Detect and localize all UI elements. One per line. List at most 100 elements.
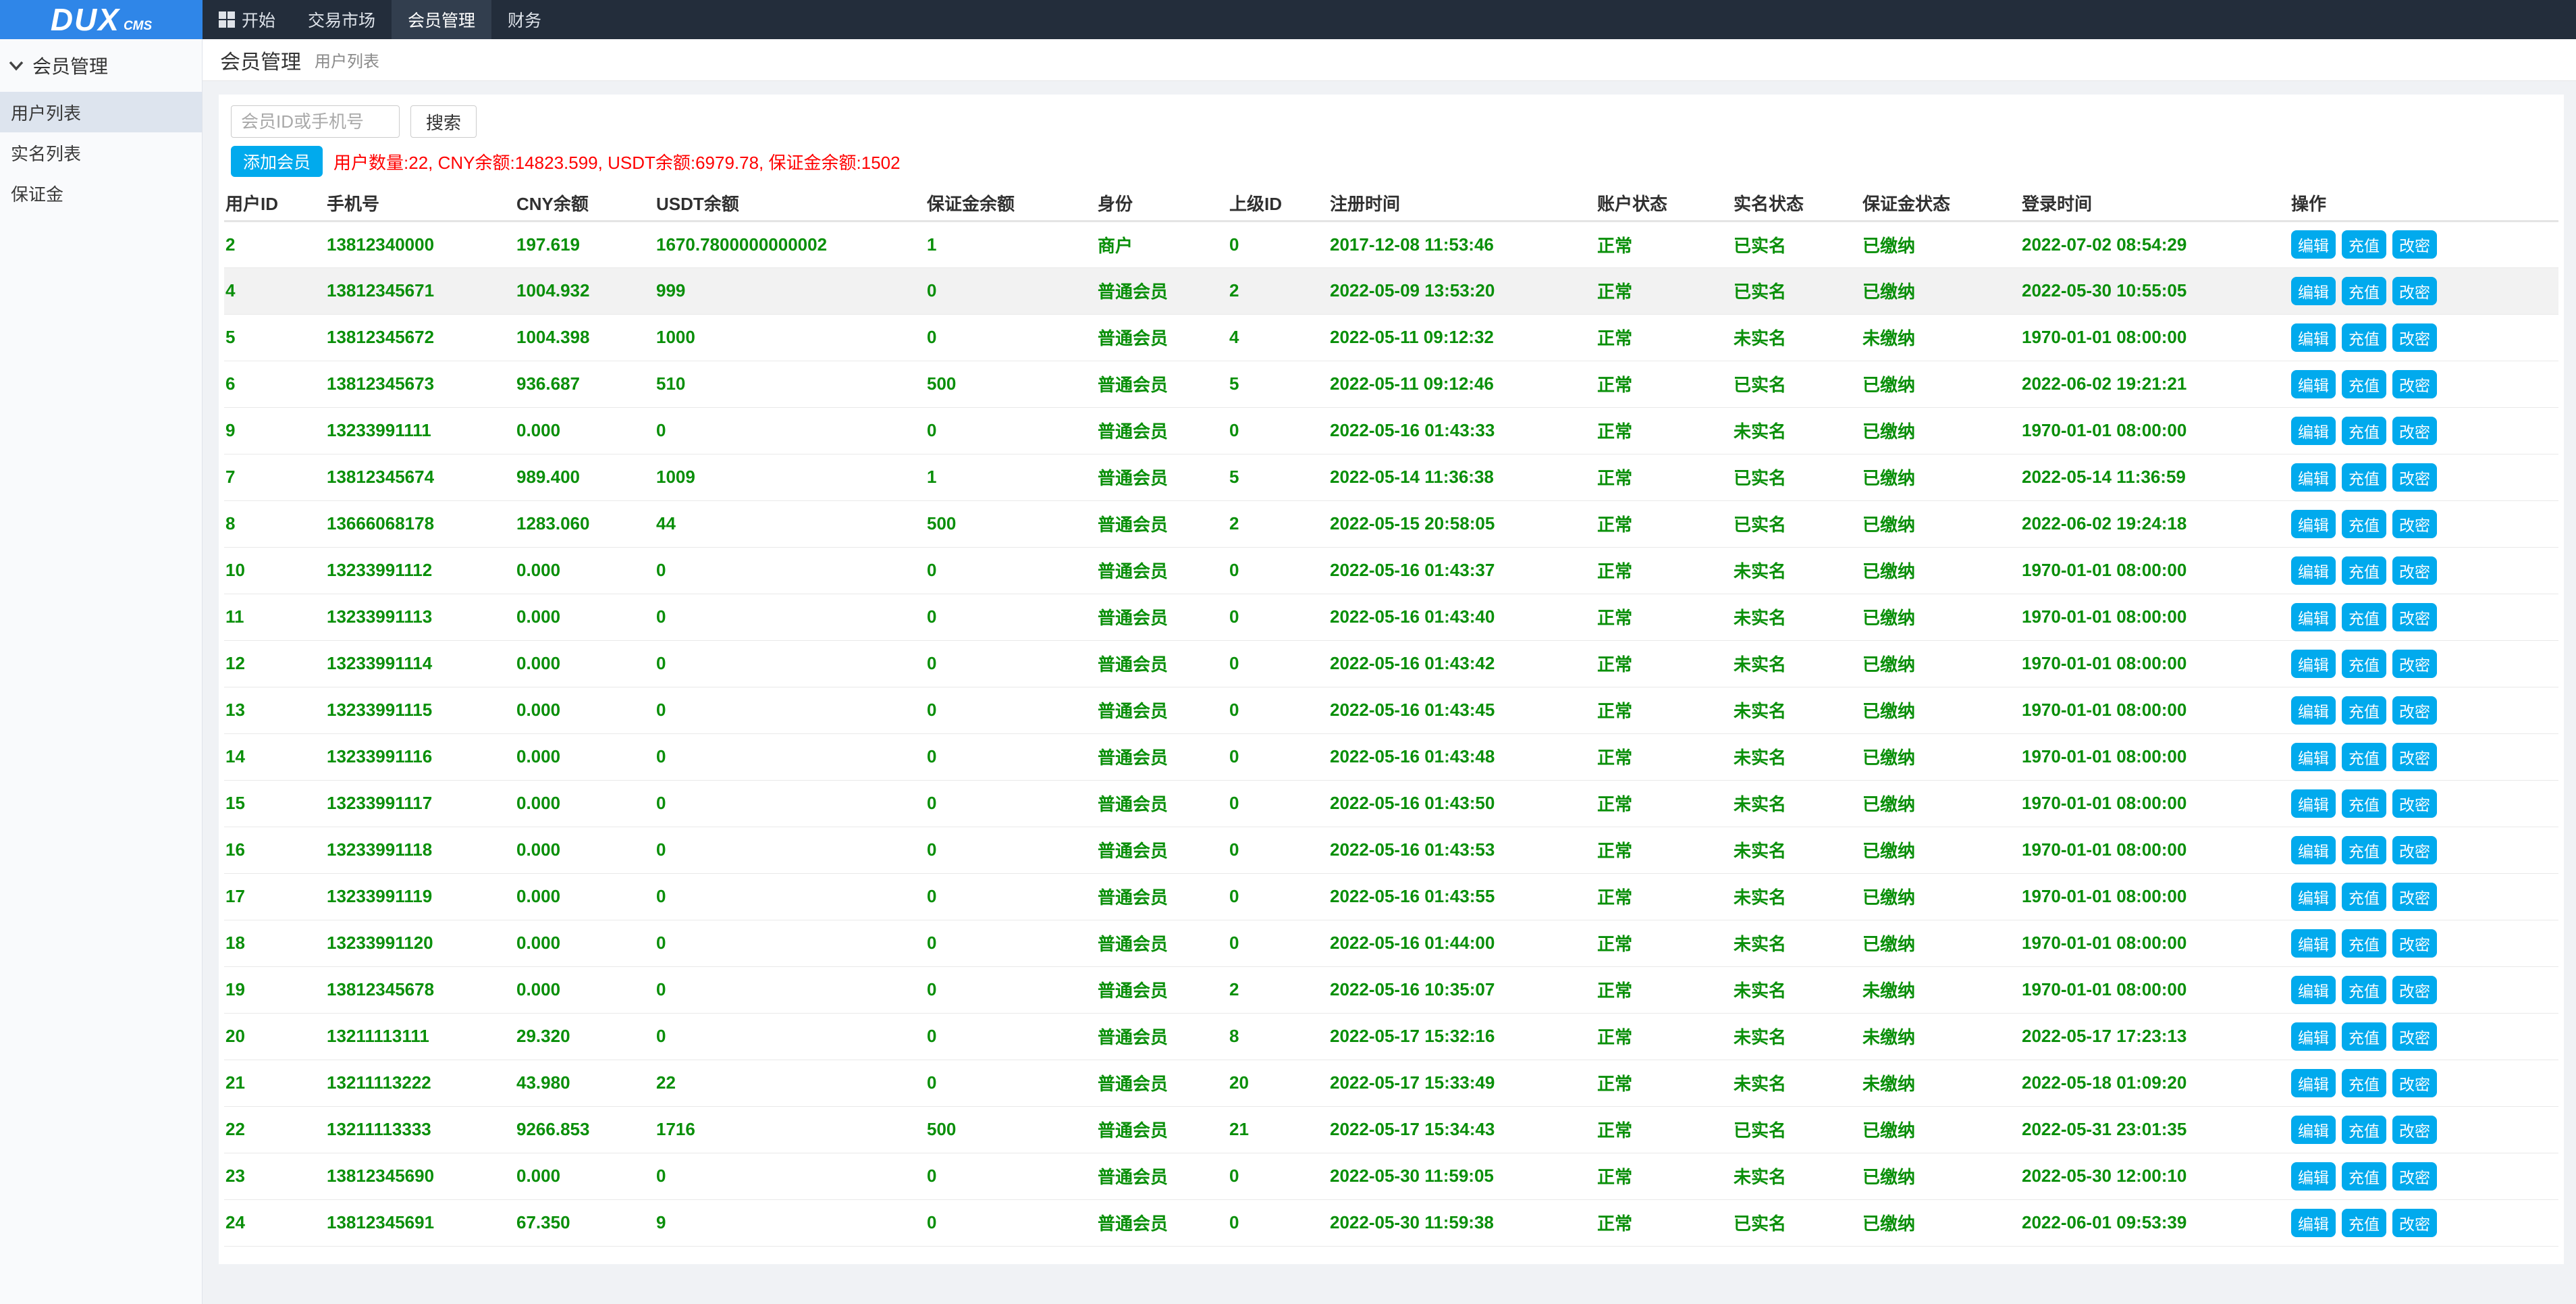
edit-button[interactable]: 编辑	[2291, 277, 2336, 305]
change-password-button[interactable]: 改密	[2392, 603, 2437, 631]
edit-button[interactable]: 编辑	[2291, 650, 2336, 678]
sidebar-item-deposit[interactable]: 保证金	[0, 173, 202, 213]
change-password-button[interactable]: 改密	[2392, 417, 2437, 445]
search-input[interactable]	[231, 105, 400, 138]
change-password-button[interactable]: 改密	[2392, 323, 2437, 352]
edit-button[interactable]: 编辑	[2291, 929, 2336, 958]
recharge-button[interactable]: 充值	[2342, 277, 2386, 305]
sidebar-group-members[interactable]: 会员管理	[0, 39, 202, 92]
recharge-button[interactable]: 充值	[2342, 743, 2386, 771]
add-row: 添加会员 用户数量:22, CNY余额:14823.599, USDT余额:69…	[231, 146, 2558, 177]
change-password-button[interactable]: 改密	[2392, 650, 2437, 678]
recharge-button[interactable]: 充值	[2342, 230, 2386, 259]
edit-button[interactable]: 编辑	[2291, 230, 2336, 259]
edit-button[interactable]: 编辑	[2291, 1069, 2336, 1097]
edit-button[interactable]: 编辑	[2291, 1162, 2336, 1191]
recharge-button[interactable]: 充值	[2342, 696, 2386, 725]
cell-login-time: 2022-06-02 19:24:18	[2020, 500, 2290, 547]
edit-button[interactable]: 编辑	[2291, 463, 2336, 492]
edit-button[interactable]: 编辑	[2291, 836, 2336, 864]
recharge-button[interactable]: 充值	[2342, 929, 2386, 958]
edit-button[interactable]: 编辑	[2291, 556, 2336, 585]
edit-button[interactable]: 编辑	[2291, 696, 2336, 725]
cell-user-id: 5	[224, 314, 325, 361]
recharge-button[interactable]: 充值	[2342, 323, 2386, 352]
cell-deposit-balance: 0	[925, 780, 1096, 827]
change-password-button[interactable]: 改密	[2392, 277, 2437, 305]
search-button[interactable]: 搜索	[410, 105, 477, 138]
cell-login-time: 1970-01-01 08:00:00	[2020, 407, 2290, 454]
edit-button[interactable]: 编辑	[2291, 1022, 2336, 1051]
change-password-button[interactable]: 改密	[2392, 1162, 2437, 1191]
cell-parent-id: 5	[1228, 454, 1329, 500]
cell-phone: 13812345672	[325, 314, 515, 361]
cell-usdt-balance: 22	[655, 1060, 925, 1106]
change-password-button[interactable]: 改密	[2392, 883, 2437, 911]
recharge-button[interactable]: 充值	[2342, 603, 2386, 631]
recharge-button[interactable]: 充值	[2342, 883, 2386, 911]
sidebar-item-realname-list[interactable]: 实名列表	[0, 132, 202, 173]
change-password-button[interactable]: 改密	[2392, 230, 2437, 259]
recharge-button[interactable]: 充值	[2342, 510, 2386, 538]
edit-button[interactable]: 编辑	[2291, 510, 2336, 538]
edit-button[interactable]: 编辑	[2291, 603, 2336, 631]
cell-role: 普通会员	[1096, 640, 1228, 687]
nav-item-start[interactable]: 开始	[203, 0, 292, 39]
change-password-button[interactable]: 改密	[2392, 1069, 2437, 1097]
change-password-button[interactable]: 改密	[2392, 836, 2437, 864]
cell-account-status: 正常	[1596, 1013, 1732, 1060]
recharge-button[interactable]: 充值	[2342, 1022, 2386, 1051]
edit-button[interactable]: 编辑	[2291, 1116, 2336, 1144]
edit-button[interactable]: 编辑	[2291, 1209, 2336, 1237]
recharge-button[interactable]: 充值	[2342, 789, 2386, 818]
change-password-button[interactable]: 改密	[2392, 1022, 2437, 1051]
change-password-button[interactable]: 改密	[2392, 789, 2437, 818]
edit-button[interactable]: 编辑	[2291, 789, 2336, 818]
cell-role: 普通会员	[1096, 1153, 1228, 1199]
change-password-button[interactable]: 改密	[2392, 510, 2437, 538]
edit-button[interactable]: 编辑	[2291, 883, 2336, 911]
cell-account-status: 正常	[1596, 640, 1732, 687]
change-password-button[interactable]: 改密	[2392, 463, 2437, 492]
change-password-button[interactable]: 改密	[2392, 1116, 2437, 1144]
edit-button[interactable]: 编辑	[2291, 743, 2336, 771]
recharge-button[interactable]: 充值	[2342, 1209, 2386, 1237]
cell-login-time: 1970-01-01 08:00:00	[2020, 966, 2290, 1013]
change-password-button[interactable]: 改密	[2392, 556, 2437, 585]
table-header-row: 用户ID手机号CNY余额USDT余额保证金余额身份上级ID注册时间账户状态实名状…	[224, 186, 2558, 221]
recharge-button[interactable]: 充值	[2342, 556, 2386, 585]
cell-register-time: 2022-05-16 01:43:45	[1329, 687, 1596, 733]
recharge-button[interactable]: 充值	[2342, 650, 2386, 678]
change-password-button[interactable]: 改密	[2392, 370, 2437, 398]
cell-deposit-status: 已缴纳	[1861, 1199, 2020, 1246]
nav-item-market[interactable]: 交易市场	[292, 0, 392, 39]
change-password-button[interactable]: 改密	[2392, 743, 2437, 771]
recharge-button[interactable]: 充值	[2342, 370, 2386, 398]
recharge-button[interactable]: 充值	[2342, 463, 2386, 492]
cell-actions: 编辑充值改密	[2290, 966, 2558, 1013]
cell-parent-id: 20	[1228, 1060, 1329, 1106]
recharge-button[interactable]: 充值	[2342, 1116, 2386, 1144]
nav-item-finance[interactable]: 财务	[491, 0, 558, 39]
edit-button[interactable]: 编辑	[2291, 976, 2336, 1004]
edit-button[interactable]: 编辑	[2291, 323, 2336, 352]
edit-button[interactable]: 编辑	[2291, 370, 2336, 398]
add-member-button[interactable]: 添加会员	[231, 146, 323, 177]
change-password-button[interactable]: 改密	[2392, 976, 2437, 1004]
cell-phone: 13233991112	[325, 547, 515, 594]
change-password-button[interactable]: 改密	[2392, 929, 2437, 958]
recharge-button[interactable]: 充值	[2342, 976, 2386, 1004]
cell-user-id: 14	[224, 733, 325, 780]
recharge-button[interactable]: 充值	[2342, 1069, 2386, 1097]
sidebar-item-user-list[interactable]: 用户列表	[0, 92, 202, 132]
change-password-button[interactable]: 改密	[2392, 696, 2437, 725]
main-area: 会员管理 用户列表 搜索 添加会员 用户数量:22, CNY余额:14823.5…	[203, 39, 2576, 1304]
cell-role: 普通会员	[1096, 827, 1228, 873]
cell-cny-balance: 0.000	[515, 920, 655, 966]
recharge-button[interactable]: 充值	[2342, 836, 2386, 864]
nav-item-members[interactable]: 会员管理	[392, 0, 491, 39]
change-password-button[interactable]: 改密	[2392, 1209, 2437, 1237]
edit-button[interactable]: 编辑	[2291, 417, 2336, 445]
recharge-button[interactable]: 充值	[2342, 417, 2386, 445]
recharge-button[interactable]: 充值	[2342, 1162, 2386, 1191]
